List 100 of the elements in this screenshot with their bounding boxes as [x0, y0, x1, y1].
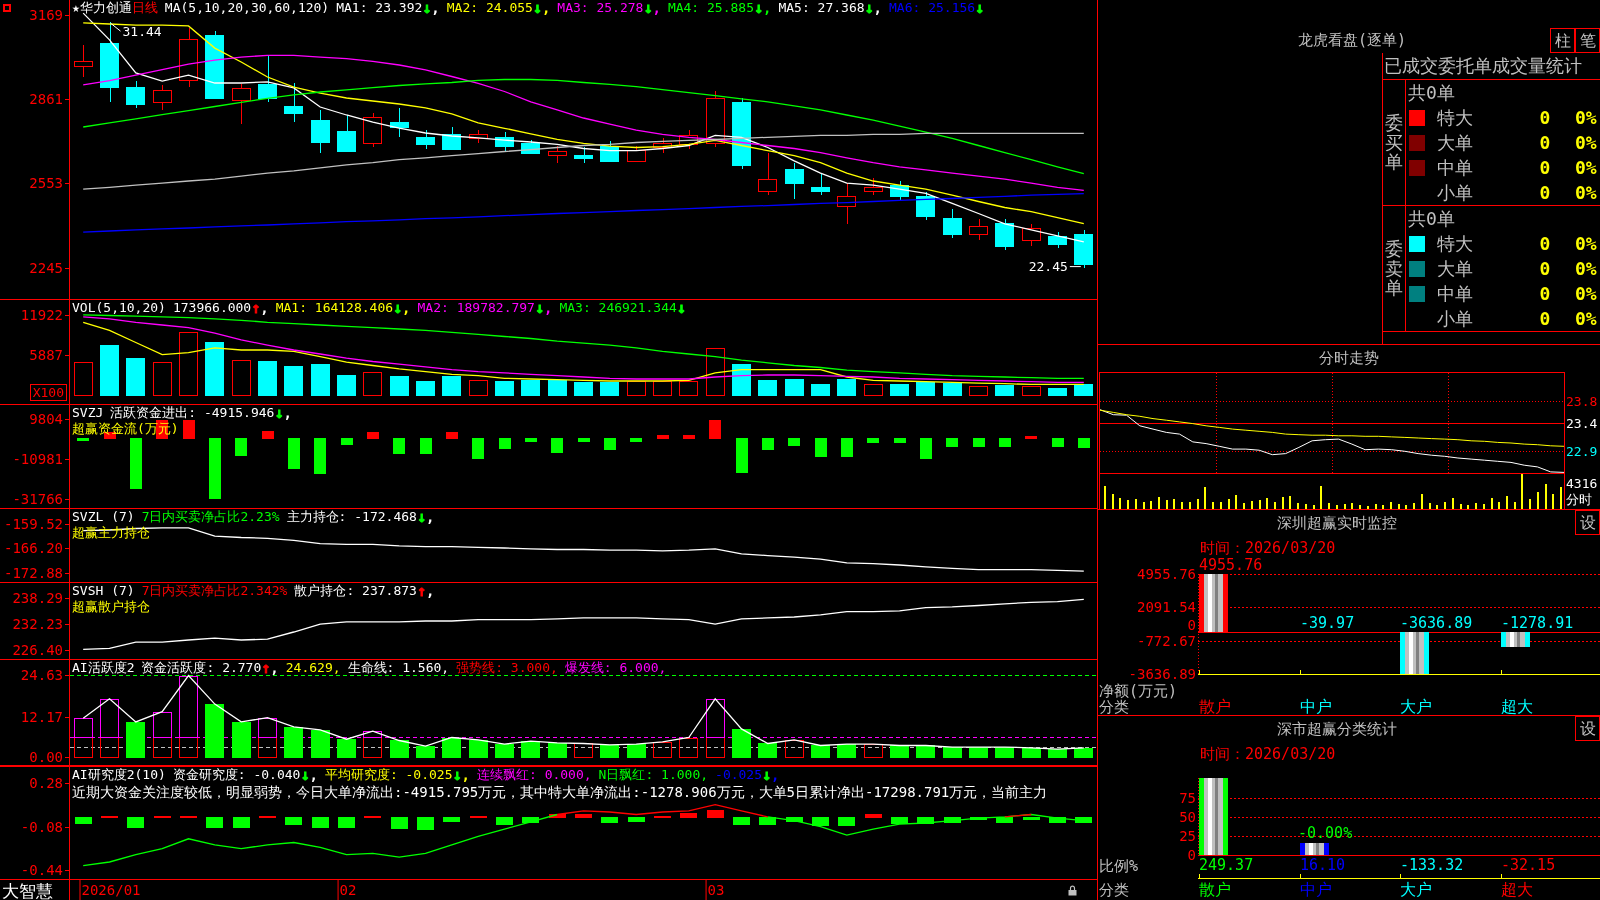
axis-label: 3169	[29, 7, 63, 24]
order-count: 0	[1539, 232, 1551, 254]
candlestick	[811, 172, 830, 196]
category-label: 大户	[1400, 881, 1432, 899]
table-title: 已成交委托单成交量统计	[1384, 55, 1582, 76]
axis-title: 分类	[1099, 882, 1129, 898]
order-share: 0%	[1575, 156, 1597, 180]
axis-label: -166.20	[4, 540, 63, 557]
candlestick	[495, 131, 514, 152]
time-label: 时间：2026/03/20	[1200, 539, 1336, 557]
axis-label: 0.00	[29, 749, 63, 766]
settings-button[interactable]: 设	[1575, 510, 1600, 535]
category-label: 超大	[1501, 698, 1533, 716]
brand-label: 大智慧	[1, 881, 53, 900]
legend-text: ↓	[643, 0, 653, 16]
legend-text: ,	[544, 300, 553, 316]
candlestick	[469, 129, 488, 144]
candlestick	[548, 145, 567, 164]
legend-text: ,	[652, 0, 661, 16]
candlestick	[363, 112, 382, 148]
unit-label: X100	[29, 384, 67, 401]
legend-text: ,	[402, 300, 411, 316]
order-size-label: 中单	[1437, 282, 1473, 304]
order-size-label: 特大	[1437, 232, 1473, 254]
legend-text: MA4: 25.885	[667, 0, 754, 16]
legend-text: SVZL (7)	[72, 509, 135, 525]
legend-text: 资金活跃度: 2.770	[141, 660, 262, 676]
legend-text: ↓	[393, 300, 403, 316]
order-count: 0	[1539, 131, 1551, 153]
panel-title: 龙虎看盘(逐单)	[1298, 31, 1407, 49]
legend-text: N日飘红: 1.000,	[598, 767, 709, 783]
settings-button[interactable]: 设	[1575, 716, 1600, 741]
column-value: 249.37	[1199, 857, 1254, 873]
legend-text: MA3: 25.278	[557, 0, 644, 16]
order-share: 0%	[1575, 232, 1597, 256]
legend-text: -0.025	[715, 767, 763, 783]
legend-text: ,	[425, 509, 435, 525]
toggle-button[interactable]: 笔	[1575, 28, 1600, 53]
legend-text: ↑	[261, 660, 271, 676]
order-count: 0	[1539, 106, 1551, 128]
axis-label: 226.40	[12, 642, 63, 659]
order-count: 0	[1539, 307, 1551, 329]
axis-label: 25	[1179, 828, 1196, 845]
legend-text: 活跃资金进出: -4915.946	[110, 405, 275, 421]
candlestick	[337, 114, 356, 152]
candlestick	[179, 27, 198, 88]
category-label: 大户	[1400, 698, 1432, 716]
legend-text: AI活跃度2	[72, 660, 135, 676]
axis-label: 11922	[20, 306, 63, 323]
axis-label: -772.67	[1137, 632, 1196, 649]
axis-label: 4955.76	[1137, 566, 1196, 582]
candlestick	[969, 218, 988, 241]
order-share: 0%	[1575, 257, 1597, 281]
candlestick	[890, 180, 909, 201]
candlestick	[442, 126, 461, 150]
panel-title: 深市超赢分类统计	[1276, 719, 1397, 740]
candlestick	[864, 177, 883, 196]
legend-text: 资金研究度: -0.040	[172, 767, 301, 783]
panel-title: 深圳超赢实时监控	[1276, 513, 1397, 534]
axis-label: -172.88	[4, 564, 63, 581]
legend-text: MA2: 189782.797	[417, 300, 535, 316]
category-label: 散户	[1199, 698, 1231, 716]
legend-text: ,	[771, 767, 780, 783]
value-label: -1278.91	[1501, 614, 1574, 631]
legend-text: MA3: 246921.344	[559, 300, 677, 316]
axis-label: 2091.54	[1137, 599, 1196, 616]
candlestick	[311, 109, 330, 154]
legend-text: MA(5,10,20,30,60,120)	[164, 0, 330, 16]
value-label: -39.97	[1300, 614, 1355, 631]
group-label: 委买单	[1385, 112, 1403, 173]
axis-label: 2861	[29, 91, 63, 108]
stock-title: ★华力创通	[72, 0, 132, 16]
candlestick	[574, 146, 593, 164]
legend-text: 24.629,	[285, 660, 341, 676]
axis-label: 0	[1187, 616, 1196, 633]
legend-text: AI研究度2(10)	[72, 767, 166, 783]
candlestick	[758, 152, 777, 196]
candlestick	[943, 208, 962, 239]
legend-text: ,	[461, 767, 470, 783]
legend-text: ↑	[416, 583, 426, 599]
axis-label: 238.29	[12, 589, 63, 606]
legend-text: ↓	[452, 767, 462, 783]
candlestick	[837, 182, 856, 225]
axis-label: -159.52	[4, 516, 63, 533]
candlestick	[653, 137, 672, 154]
legend-text: 主力持仓: -172.468	[286, 509, 417, 525]
axis-label: -3636.89	[1128, 666, 1196, 682]
legend-text: ↓	[762, 767, 772, 783]
group-label: 委卖单	[1385, 238, 1403, 299]
legend-text: 7日内买卖净占比2.342%	[141, 583, 288, 599]
order-count: 0	[1539, 257, 1551, 279]
column-value: -32.15	[1501, 857, 1556, 873]
toggle-button[interactable]: 柱	[1550, 28, 1575, 53]
order-total: 共0单	[1408, 208, 1455, 229]
legend-text: ↓	[864, 0, 874, 16]
order-count: 0	[1539, 181, 1551, 203]
candlestick	[74, 44, 93, 78]
candlestick	[126, 80, 145, 109]
legend-text: ↓	[532, 0, 542, 16]
column-value: 16.10	[1300, 857, 1346, 873]
